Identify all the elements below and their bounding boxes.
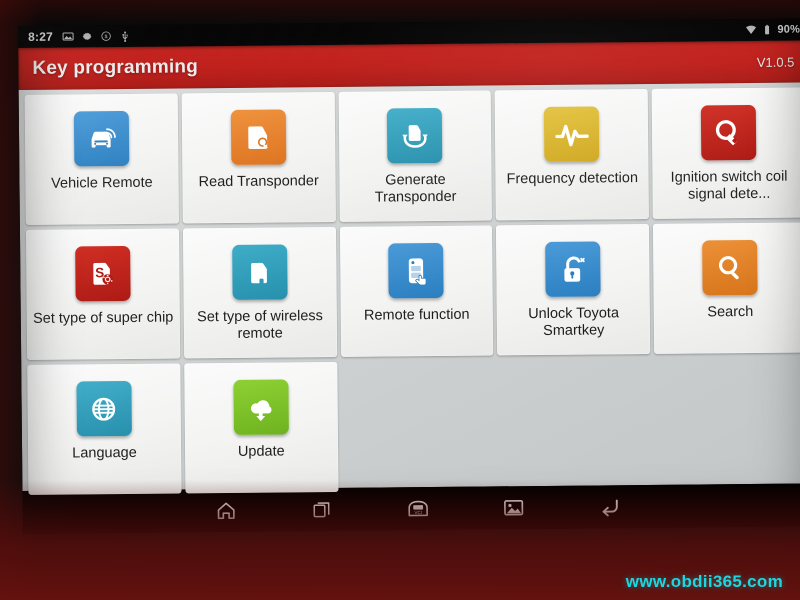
nav-vci-button[interactable]: VCI [369,487,465,531]
search-icon [702,239,758,296]
tile-label: Set type of super chip [33,309,174,327]
tile-frequency-detection[interactable]: Frequency detection [495,88,650,221]
nav-screenshot-button[interactable] [465,486,561,530]
back-icon [598,496,621,517]
tile-label: Vehicle Remote [51,174,153,192]
nav-back-button[interactable] [561,485,657,529]
tile-label: Frequency detection [506,170,639,188]
unlock-icon [545,241,601,297]
tile-search[interactable]: Search [653,222,800,354]
tile-set-type-super-chip[interactable]: S Set type of super chip [25,228,180,360]
home-icon [214,499,237,522]
nav-home-button[interactable] [177,489,273,533]
globe-icon [76,380,132,437]
generate-transponder-icon [387,107,443,164]
tile-generate-transponder[interactable]: Generate Transponder [338,90,493,222]
tile-vehicle-remote[interactable]: Vehicle Remote [24,93,179,225]
tile-label: Ignition switch coil signal dete... [670,168,788,203]
tile-language[interactable]: Language [27,363,182,495]
screenshot-icon [503,498,525,517]
tile-label: Remote function [363,306,470,324]
grid-empty-slot [341,360,495,491]
recents-icon [311,499,332,520]
svg-text:$: $ [104,34,107,40]
nav-recents-button[interactable] [273,488,369,532]
battery-icon [761,24,773,36]
remote-function-icon [388,242,445,299]
tile-label: Unlock Toyota Smartkey [528,305,620,339]
read-transponder-icon [230,109,287,165]
device-photo-background: 8:27 $ 90% Key programming V1.0.5 Vehicl… [0,0,800,600]
tile-remote-function[interactable]: Remote function [339,225,494,357]
page-title: Key programming [32,56,199,79]
gear-icon [81,30,93,42]
tile-label: Search [707,303,754,321]
vci-icon: VCI [405,498,430,520]
wifi-icon [745,24,757,36]
wireless-remote-icon [231,244,288,300]
dollar-circle-icon: $ [100,30,112,42]
function-grid: Vehicle Remote Read Transponder Generate… [24,87,800,495]
tile-label: Read Transponder [198,173,319,191]
status-clock: 8:27 [28,29,53,44]
tile-label: Update [237,443,285,460]
tile-set-type-wireless-remote[interactable]: Set type of wireless remote [182,226,337,359]
super-chip-icon: S [75,245,131,302]
tile-label: Generate Transponder [374,171,457,206]
car-remote-icon [73,110,130,167]
usb-icon [119,30,131,42]
coil-signal-icon [700,104,757,161]
battery-percent: 90% [777,23,800,36]
screenshot-icon [62,30,74,42]
app-title-bar: Key programming V1.0.5 [18,40,800,90]
version-label: V1.0.5 [756,54,795,70]
main-content: Vehicle Remote Read Transponder Generate… [18,82,800,495]
tile-label: Language [72,444,137,462]
cloud-download-icon [233,379,289,435]
tile-update[interactable]: Update [184,361,339,494]
watermark: www.obdii365.com [625,572,783,591]
svg-text:VCI: VCI [414,509,421,514]
grid-empty-slot [654,357,800,488]
waveform-icon [544,106,600,162]
tablet-screen: 8:27 $ 90% Key programming V1.0.5 Vehicl… [18,18,800,534]
tile-ignition-switch-coil[interactable]: Ignition switch coil signal dete... [651,87,800,219]
grid-empty-slot [498,359,652,490]
tile-label: Set type of wireless remote [197,308,323,342]
tile-read-transponder[interactable]: Read Transponder [181,91,336,224]
tile-unlock-toyota-smartkey[interactable]: Unlock Toyota Smartkey [496,223,651,356]
